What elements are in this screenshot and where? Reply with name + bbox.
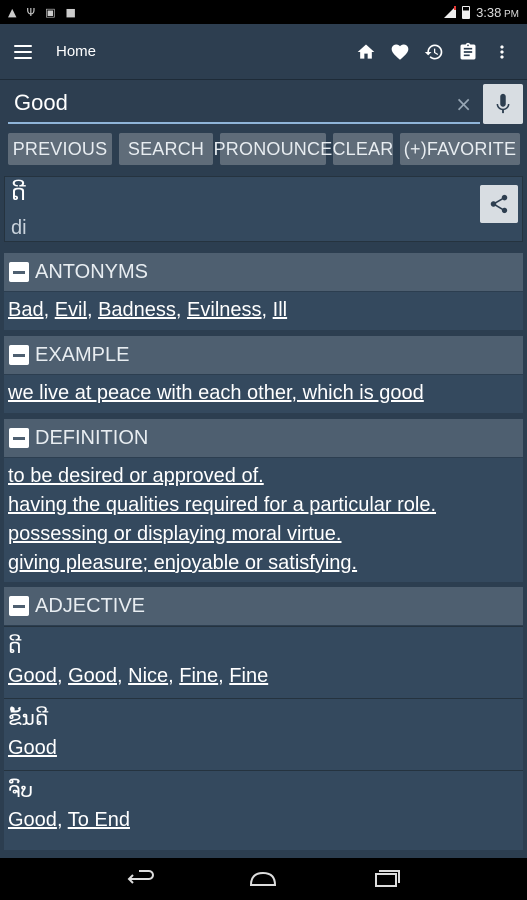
result-content: ດີ di ANTONYMS Bad, Evil, Badness, Eviln… (0, 174, 527, 858)
collapse-icon (9, 262, 29, 282)
collapse-icon (9, 596, 29, 616)
more-vert-icon[interactable] (491, 41, 513, 63)
definition-line[interactable]: to be desired or approved of. (8, 462, 519, 491)
adjective-translation: ຈົບ (8, 778, 34, 802)
previous-button[interactable]: PREVIOUS (8, 133, 112, 165)
antonym-link[interactable]: Evil (55, 299, 87, 321)
status-bar: ▲ Ψ ▣ ■ 3:38 PM (0, 0, 527, 24)
favorite-button[interactable]: (+)FAVORITE (400, 133, 520, 165)
section-title: ANTONYMS (35, 260, 148, 283)
example-text: we live at peace with each other, which … (4, 375, 523, 413)
share-icon (490, 194, 508, 214)
word-card: ດີ di (4, 176, 523, 242)
back-icon[interactable] (121, 864, 161, 894)
list-item: ຈົບ Good, To End (4, 770, 523, 850)
signal-icon (444, 6, 457, 18)
battery-icon (462, 5, 471, 19)
warning-icon: ▲ (8, 5, 17, 19)
word-link[interactable]: Good (8, 665, 57, 687)
list-item: ດີ Good, Good, Nice, Fine, Fine (4, 626, 523, 698)
home-icon[interactable] (355, 41, 377, 63)
antonym-link[interactable]: Badness (98, 299, 176, 321)
section-header-example[interactable]: EXAMPLE (4, 336, 523, 374)
mic-icon (496, 93, 510, 114)
word-link[interactable]: Fine (229, 665, 268, 687)
word-romanization: di (11, 217, 27, 239)
section-title: EXAMPLE (35, 343, 130, 366)
adjective-words: Good (8, 733, 519, 763)
mic-button[interactable] (483, 84, 523, 124)
example-sentence[interactable]: we live at peace with each other, which … (8, 382, 424, 404)
clear-button[interactable]: CLEAR (332, 133, 393, 165)
definition-list: to be desired or approved of. having the… (4, 458, 523, 582)
home-nav-icon[interactable] (243, 864, 283, 894)
usb-icon: Ψ (26, 5, 36, 19)
antonyms-list: Bad, Evil, Badness, Evilness, Ill (4, 292, 523, 330)
section-header-antonyms[interactable]: ANTONYMS (4, 253, 523, 291)
adjective-translation: ດີ (8, 634, 22, 658)
section-title: ADJECTIVE (35, 594, 146, 617)
app-bar-title: Home (56, 43, 97, 60)
word-link[interactable]: Fine (179, 665, 218, 687)
word-link[interactable]: Good (8, 737, 57, 759)
clipboard-icon[interactable] (457, 41, 479, 63)
search-button[interactable]: SEARCH (119, 133, 213, 165)
recents-icon[interactable] (366, 864, 406, 894)
search-field: × (8, 86, 480, 124)
antonym-link[interactable]: Evilness (187, 299, 261, 321)
adjective-words: Good, To End (8, 809, 130, 831)
word-link[interactable]: Good (68, 665, 117, 687)
menu-icon[interactable] (14, 44, 32, 59)
definition-line[interactable]: giving pleasure; enjoyable or satisfying… (8, 549, 519, 578)
word-link[interactable]: Nice (128, 665, 168, 687)
clock: 3:38 PM (476, 4, 519, 20)
share-button[interactable] (480, 185, 518, 223)
search-input[interactable] (8, 86, 448, 120)
word-translation: ດີ (11, 181, 26, 206)
definition-line[interactable]: possessing or displaying moral virtue. (8, 520, 519, 549)
status-system: 3:38 PM (444, 5, 519, 20)
section-header-adjective[interactable]: ADJECTIVE (4, 587, 523, 625)
collapse-icon (9, 428, 29, 448)
section-header-definition[interactable]: DEFINITION (4, 419, 523, 457)
adjective-translation: ຂັ້ນດີ (8, 706, 49, 730)
download-icon: ▣ (45, 5, 56, 19)
definition-line[interactable]: having the qualities required for a part… (8, 491, 519, 520)
adjective-words: Good, Good, Nice, Fine, Fine (8, 665, 269, 687)
clear-text-icon[interactable]: × (455, 92, 472, 116)
list-item: ຂັ້ນດີ Good (4, 698, 523, 770)
antonym-link[interactable]: Bad (8, 299, 44, 321)
app-bar: Home (0, 24, 527, 80)
collapse-icon (9, 345, 29, 365)
action-buttons: PREVIOUS SEARCH PRONOUNCE CLEAR (+)FAVOR… (0, 133, 527, 169)
search-bar: × (0, 80, 527, 128)
app-bar-actions (355, 41, 513, 63)
status-notifications: ▲ Ψ ▣ ■ (8, 6, 76, 19)
heart-icon[interactable] (389, 41, 411, 63)
storage-icon: ■ (65, 5, 76, 19)
word-link[interactable]: To End (68, 809, 130, 831)
antonym-link[interactable]: Ill (273, 299, 287, 321)
word-link[interactable]: Good (8, 809, 57, 831)
pronounce-button[interactable]: PRONOUNCE (214, 133, 332, 165)
system-nav-bar (0, 858, 527, 900)
history-icon[interactable] (423, 41, 445, 63)
section-title: DEFINITION (35, 426, 149, 449)
